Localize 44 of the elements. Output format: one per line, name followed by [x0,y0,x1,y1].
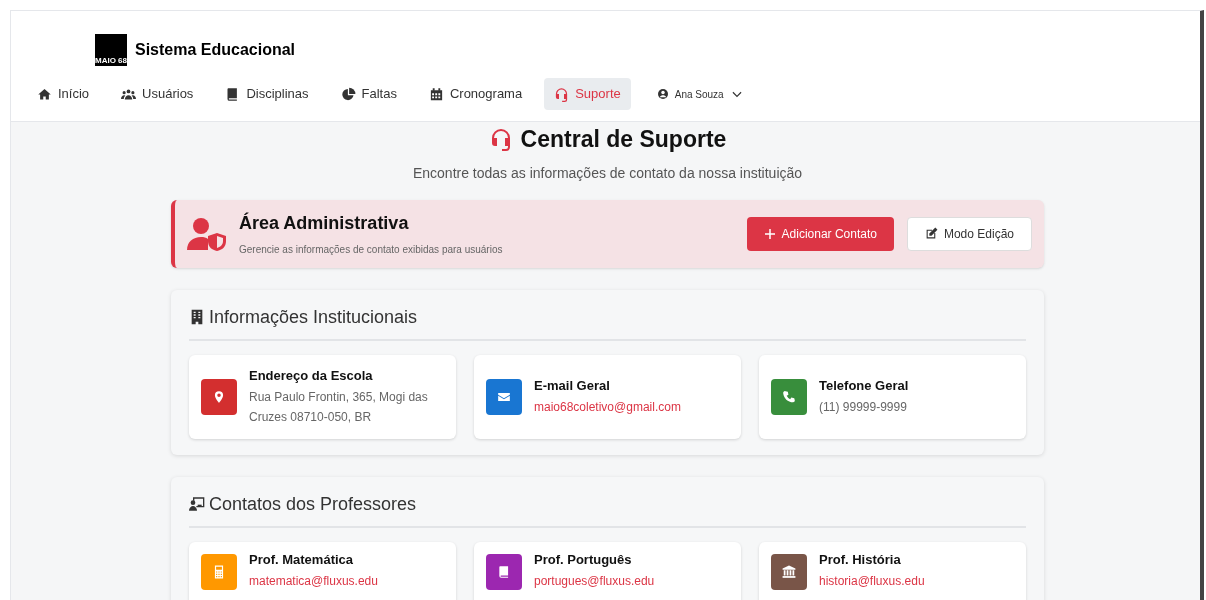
section-title: Contatos dos Professores [209,492,417,516]
pie-chart-icon [340,86,356,102]
bank-icon [782,564,796,579]
nav-tab[interactable]: Faltas [330,78,407,110]
book-icon [497,564,511,579]
email-link[interactable]: portugues@fluxus.edu [534,571,655,591]
nav-tab[interactable]: Início [27,78,100,110]
home-icon [37,86,52,102]
user-shield-icon [187,216,227,251]
card-title: Prof. Português [534,550,633,569]
nav-tab[interactable]: Suporte [544,78,631,110]
page-title: Central de Suporte [520,125,727,154]
card-value: Rua Paulo Frontin, 365, Mogi das Cruzes 08710-050, BR [249,389,429,427]
teacher-icon [189,496,205,512]
page-subtitle: Encontre todas as informações de contato da nossa instituição [411,163,804,183]
building-icon [189,309,205,325]
app-title: Sistema Educacional [135,40,296,60]
admin-title: Área Administrativa [239,211,410,235]
phone-icon [782,389,796,404]
email-link[interactable]: matematica@fluxus.edu [249,571,378,591]
card-title: Prof. História [819,550,902,569]
calculator-icon [212,564,226,579]
card-title: E-mail Geral [534,376,611,395]
edit-icon [924,227,938,240]
user-avatar-icon [656,88,669,100]
email-link[interactable]: maio68coletivo@gmail.com [534,397,681,418]
admin-description: Gerencie as informações de contato exibidas para usuários [239,243,503,257]
card-value: (11) 99999-9999 [819,399,908,417]
email-link[interactable]: historia@fluxus.edu [819,571,925,591]
calendar-icon [428,86,444,102]
nav-tab[interactable]: Cronograma [418,78,533,110]
section-title: Informações Institucionais [209,305,418,329]
plus-icon [763,227,776,240]
map-pin-icon [212,389,226,404]
logo-text: MAIO 68 [95,57,127,65]
card-title: Endereço da Escola [249,366,374,385]
card-title: Prof. Matemática [249,550,355,569]
nav-tab[interactable]: Usuários [111,78,204,110]
add-contact-button[interactable]: Adicionar Contato [746,216,894,251]
card-title: Telefone Geral [819,376,909,395]
nav-tab[interactable]: Disciplinas [215,78,319,110]
user-menu[interactable]: Ana Souza [646,78,754,110]
headset-icon [554,86,570,102]
edit-mode-button[interactable]: Modo Edição [906,216,1032,251]
